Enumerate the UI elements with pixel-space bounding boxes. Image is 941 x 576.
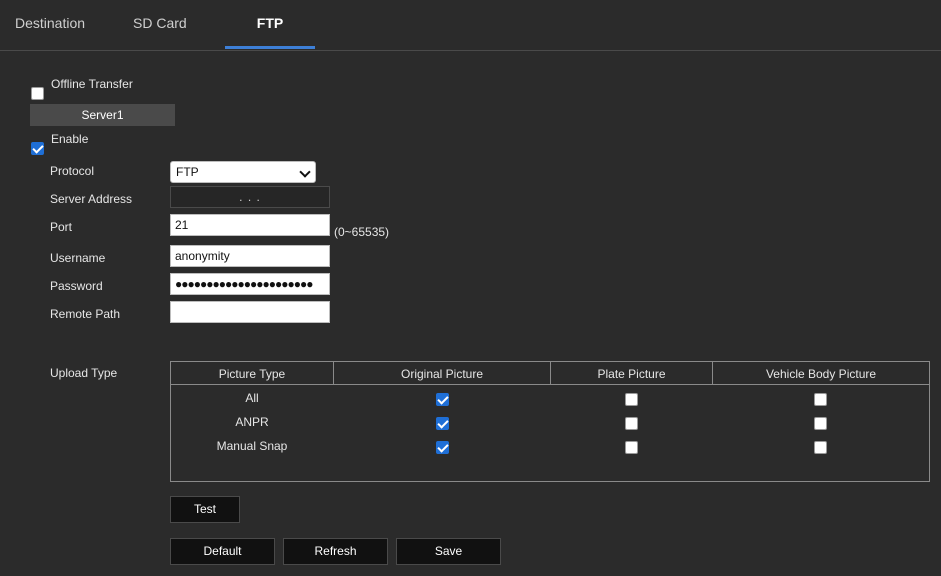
- password-label: Password: [50, 279, 103, 293]
- column-header-vehicle-body-picture: Vehicle Body Picture: [713, 362, 929, 385]
- all-plate-checkbox[interactable]: [625, 393, 638, 406]
- protocol-value: FTP: [176, 165, 199, 179]
- column-header-original-picture: Original Picture: [334, 362, 551, 385]
- picture-type-all: All: [245, 391, 259, 405]
- protocol-select[interactable]: FTP: [170, 161, 316, 183]
- username-input[interactable]: anonymity: [170, 245, 330, 267]
- server1-tab[interactable]: Server1: [30, 104, 175, 126]
- port-label: Port: [50, 220, 73, 234]
- table-row: Manual Snap: [171, 436, 929, 460]
- tab-ftp[interactable]: FTP: [225, 0, 315, 49]
- chevron-down-icon: [299, 166, 311, 178]
- column-header-picture-type: Picture Type: [171, 362, 334, 385]
- anpr-original-checkbox[interactable]: [436, 417, 449, 430]
- offline-transfer-label: Offline Transfer: [51, 77, 133, 91]
- refresh-button[interactable]: Refresh: [283, 538, 388, 565]
- test-button[interactable]: Test: [170, 496, 240, 523]
- tab-sd-card[interactable]: SD Card: [133, 0, 187, 48]
- anpr-plate-checkbox[interactable]: [625, 417, 638, 430]
- password-input[interactable]: ●●●●●●●●●●●●●●●●●●●●●●: [170, 273, 330, 295]
- table-row: All: [171, 388, 929, 412]
- manual-snap-plate-checkbox[interactable]: [625, 441, 638, 454]
- offline-transfer-checkbox[interactable]: [31, 87, 44, 100]
- upload-type-label: Upload Type: [50, 366, 118, 380]
- upload-type-table: Picture Type Original Picture Plate Pict…: [170, 361, 930, 482]
- tab-bar: Destination SD Card FTP: [0, 0, 941, 51]
- default-button[interactable]: Default: [170, 538, 275, 565]
- server-address-input[interactable]: . . .: [170, 186, 330, 208]
- manual-snap-vehicle-body-checkbox[interactable]: [814, 441, 827, 454]
- remote-path-input[interactable]: [170, 301, 330, 323]
- table-header: Picture Type Original Picture Plate Pict…: [171, 362, 929, 386]
- all-vehicle-body-checkbox[interactable]: [814, 393, 827, 406]
- enable-label: Enable: [51, 132, 89, 146]
- save-button[interactable]: Save: [396, 538, 501, 565]
- table-row: ANPR: [171, 412, 929, 436]
- manual-snap-original-checkbox[interactable]: [436, 441, 449, 454]
- server-address-label: Server Address: [50, 192, 133, 206]
- username-label: Username: [50, 251, 106, 265]
- protocol-label: Protocol: [50, 164, 95, 178]
- anpr-vehicle-body-checkbox[interactable]: [814, 417, 827, 430]
- all-original-checkbox[interactable]: [436, 393, 449, 406]
- port-range-hint: (0~65535): [334, 225, 390, 239]
- column-header-plate-picture: Plate Picture: [551, 362, 713, 385]
- port-input[interactable]: 21: [170, 214, 330, 236]
- remote-path-label: Remote Path: [50, 307, 121, 321]
- picture-type-anpr: ANPR: [235, 415, 269, 429]
- tab-destination[interactable]: Destination: [15, 0, 85, 48]
- enable-checkbox[interactable]: [31, 142, 44, 155]
- picture-type-manual-snap: Manual Snap: [216, 439, 288, 453]
